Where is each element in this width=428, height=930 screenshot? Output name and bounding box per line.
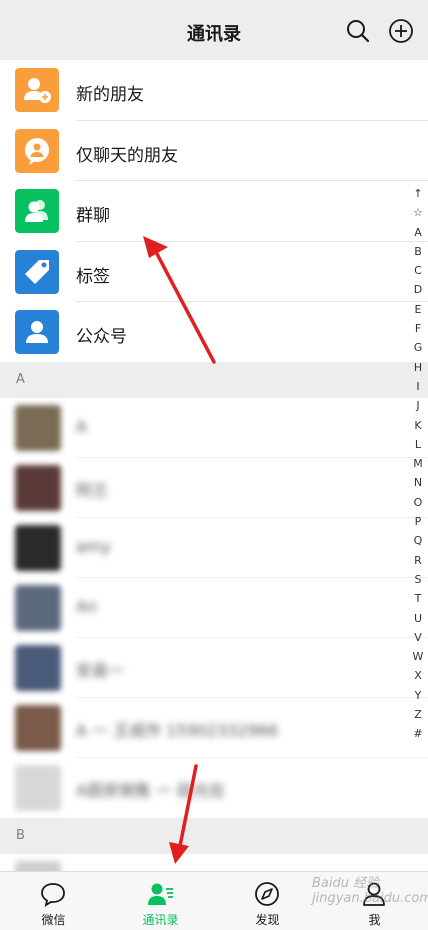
add-friend-icon (15, 68, 59, 112)
contact-row[interactable]: A (0, 398, 428, 458)
contact-row[interactable]: An (0, 578, 428, 638)
tags-row[interactable]: 标签 (0, 241, 428, 302)
tab-label: 发现 (255, 913, 280, 927)
tab-label: 我 (368, 913, 381, 927)
contact-name: amy (76, 537, 111, 556)
index-letter[interactable]: H (408, 358, 428, 377)
section-letter: A (16, 372, 25, 387)
top-bar: 通讯录 (0, 0, 428, 60)
new-friends-label: 新的朋友 (76, 85, 144, 105)
index-letter[interactable]: Z (408, 705, 428, 724)
chat-only-icon (15, 128, 59, 173)
index-hash[interactable]: # (408, 724, 428, 743)
contact-row[interactable]: amy (0, 518, 428, 578)
index-letter[interactable]: L (408, 435, 428, 454)
official-account-icon (15, 310, 59, 354)
avatar (15, 525, 61, 571)
index-letter[interactable]: B (408, 242, 428, 261)
tab-discover[interactable]: 发现 (214, 872, 321, 930)
tab-label: 通讯录 (142, 913, 179, 927)
avatar (15, 405, 61, 451)
index-letter[interactable]: W (408, 647, 428, 666)
avatar (15, 465, 61, 511)
index-letter[interactable]: Y (408, 686, 428, 705)
chat-only-friends-label: 仅聊天的朋友 (76, 145, 178, 166)
tags-label: 标签 (76, 266, 110, 287)
contact-row[interactable] (0, 854, 428, 871)
chat-bubble-icon (41, 883, 65, 907)
index-letter[interactable]: O (408, 493, 428, 512)
section-header-a: A (0, 362, 428, 398)
index-letter[interactable]: Q (408, 531, 428, 550)
index-letter[interactable]: P (408, 512, 428, 531)
avatar (15, 765, 61, 811)
index-letter[interactable]: A (408, 223, 428, 242)
index-top[interactable]: ↑ (408, 184, 428, 203)
tab-chats[interactable]: 微信 (0, 872, 107, 930)
search-icon[interactable] (345, 18, 371, 44)
avatar (15, 645, 61, 691)
contact-name: A 一 王成作 15902332966 (76, 721, 279, 740)
index-letter[interactable]: M (408, 454, 428, 473)
new-friends-row[interactable]: 新的朋友 (0, 60, 428, 121)
group-chat-label: 群聊 (76, 206, 110, 226)
feature-list: 新的朋友 仅聊天的朋友 群聊 标签 公众号 (0, 60, 428, 363)
index-letter[interactable]: N (408, 473, 428, 492)
index-letter[interactable]: G (408, 338, 428, 357)
official-accounts-label: 公众号 (76, 327, 127, 347)
tab-label: 微信 (41, 913, 66, 927)
contact-name: A (76, 417, 87, 436)
contacts-icon (148, 883, 173, 905)
index-letter[interactable]: C (408, 261, 428, 280)
contact-row[interactable]: 安县一 (0, 638, 428, 698)
tag-icon (15, 249, 59, 294)
index-letter[interactable]: X (408, 666, 428, 685)
index-letter[interactable]: R (408, 551, 428, 570)
index-letter[interactable]: F (408, 319, 428, 338)
section-header-b: B (0, 818, 428, 854)
index-letter[interactable]: D (408, 280, 428, 299)
add-icon[interactable] (388, 18, 414, 44)
group-chat-row[interactable]: 群聊 (0, 181, 428, 242)
index-letter[interactable]: J (408, 396, 428, 415)
index-letter[interactable]: K (408, 416, 428, 435)
index-letter[interactable]: V (408, 628, 428, 647)
chat-only-friends-row[interactable]: 仅聊天的朋友 (0, 120, 428, 181)
contact-name: An (76, 597, 98, 616)
avatar (15, 705, 61, 751)
contact-row[interactable]: A厨房销售 一 段光在 (0, 758, 428, 818)
avatar (15, 585, 61, 631)
index-letter[interactable]: I (408, 377, 428, 396)
avatar (15, 861, 61, 871)
contact-row[interactable]: 阿兰 (0, 458, 428, 518)
index-letter[interactable]: E (408, 300, 428, 319)
contact-row[interactable]: A 一 王成作 15902332966 (0, 698, 428, 758)
compass-icon (255, 882, 279, 906)
official-accounts-row[interactable]: 公众号 (0, 302, 428, 363)
contact-name: 阿兰 (76, 481, 109, 500)
watermark: Baidu 经验 jingyan.baidu.com (312, 876, 428, 906)
index-letter[interactable]: U (408, 609, 428, 628)
group-chat-icon (15, 189, 59, 233)
index-star[interactable]: ☆ (408, 203, 428, 222)
index-letter[interactable]: T (408, 589, 428, 608)
index-letter[interactable]: S (408, 570, 428, 589)
tab-contacts[interactable]: 通讯录 (107, 872, 214, 930)
alphabet-index[interactable]: ↑ ☆ A B C D E F G H I J K L M N O P Q R … (408, 184, 428, 744)
contact-name: 安县一 (76, 661, 125, 680)
section-letter: B (16, 828, 25, 843)
contact-name: A厨房销售 一 段光在 (76, 781, 226, 800)
